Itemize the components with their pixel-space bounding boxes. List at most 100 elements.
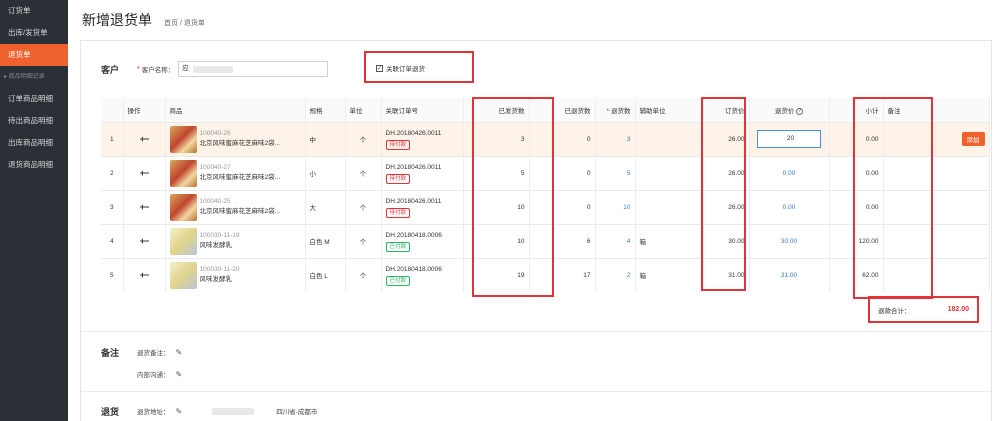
add-remove-icon[interactable]: +− xyxy=(140,134,149,144)
main-content: 新增退货单 首页 / 退货单 客户 * 客户名称： 应 ✓ 关联订单退货 操作 … xyxy=(68,0,1000,421)
return-qty-value[interactable]: 5 xyxy=(627,170,631,177)
row-ops: +− xyxy=(123,257,166,292)
row-index: 3 xyxy=(101,189,124,224)
return-qty-value[interactable]: 2 xyxy=(627,272,631,279)
link-order-toggle[interactable]: ✓ 关联订单退货 xyxy=(376,63,425,73)
return-qty-cell: 4 xyxy=(595,223,636,258)
product-cell: 100040-27 北京风味蜜麻花芝麻味2袋... xyxy=(165,155,306,190)
return-qty-value[interactable]: 4 xyxy=(627,238,631,245)
sidebar-item-return-details[interactable]: 退货商品明细 xyxy=(0,154,68,176)
order-no-cell: DH.20180418.0006 已付款 xyxy=(381,257,464,292)
sidebar: 订货单 出库/发货单 退货单 商品明细记录 订单商品明细 待出商品明细 出库商品… xyxy=(0,0,68,421)
spec-cell: 中 xyxy=(305,121,346,156)
sidebar-group-label[interactable]: 商品明细记录 xyxy=(0,66,68,88)
order-no-cell: DH.20180418.0006 已付款 xyxy=(381,223,464,258)
unit-cell: 个 xyxy=(345,155,382,190)
spec-cell: 白色 M xyxy=(305,223,346,258)
header-return-price: 退货价 ? xyxy=(749,98,830,122)
order-no[interactable]: DH.20180426.0011 xyxy=(386,130,442,137)
help-icon[interactable]: ? xyxy=(796,107,804,115)
order-no[interactable]: DH.20180418.0006 xyxy=(386,232,442,239)
return-price-cell: 30.00 xyxy=(749,223,830,258)
product-name[interactable]: 北京风味蜜麻花芝麻味2袋... xyxy=(200,174,281,181)
return-price-cell: 0.00 xyxy=(749,155,830,190)
edit-icon[interactable]: ✎ xyxy=(176,370,183,379)
aux-unit-cell xyxy=(635,121,704,156)
sidebar-item-pending-details[interactable]: 待出商品明细 xyxy=(0,110,68,132)
header-aux-unit: 辅助单位 xyxy=(635,98,704,122)
product-sku: 100030-11-20 xyxy=(199,266,240,274)
order-no-cell: DH.20180426.0011 待付款 xyxy=(381,189,464,224)
return-qty-value[interactable]: 10 xyxy=(623,204,630,211)
row-ops: +− xyxy=(123,155,166,190)
product-thumbnail xyxy=(169,193,197,221)
product-sku: 100040-27 xyxy=(199,164,231,171)
internal-note-label: 内部沟通： xyxy=(137,372,170,379)
sidebar-item-order-details[interactable]: 订单商品明细 xyxy=(0,88,68,110)
breadcrumb[interactable]: 首页 / 退货单 xyxy=(164,18,205,28)
order-no-cell: DH.20180426.0011 待付款 xyxy=(381,155,464,190)
edit-icon[interactable]: ✎ xyxy=(176,407,183,416)
customer-name-input[interactable]: 应 xyxy=(178,61,329,77)
product-thumbnail xyxy=(169,159,197,187)
add-button[interactable]: 添加 xyxy=(961,132,985,146)
return-qty-required: * xyxy=(606,107,609,115)
row-index: 2 xyxy=(101,155,124,190)
form-panel: 客户 * 客户名称： 应 ✓ 关联订单退货 操作 商品 规格 单位 关联订单号 … xyxy=(80,40,992,421)
spec-cell: 大 xyxy=(305,189,346,224)
order-no[interactable]: DH.20180426.0011 xyxy=(386,198,442,205)
product-cell: 100030-11-19 风味发酵乳 xyxy=(165,223,306,258)
unit-cell: 个 xyxy=(345,121,382,156)
header-return-qty: * 退货数 xyxy=(595,98,636,122)
product-name[interactable]: 北京风味蜜麻花芝麻味2袋... xyxy=(200,140,281,147)
sidebar-item-returns[interactable]: 退货单 xyxy=(0,44,68,66)
link-order-checkbox[interactable]: ✓ xyxy=(376,64,383,72)
product-name[interactable]: 北京风味蜜麻花芝麻味2袋... xyxy=(200,208,281,215)
sidebar-item-outbound-details[interactable]: 出库商品明细 xyxy=(0,132,68,154)
refund-total-box: 退款合计： 182.00 xyxy=(868,296,979,323)
customer-name-label: 客户名称： xyxy=(141,67,175,74)
add-remove-icon[interactable]: +− xyxy=(140,202,149,212)
row-index: 1 xyxy=(101,121,124,156)
aux-unit-cell xyxy=(635,189,704,224)
status-badge: 待付款 xyxy=(385,139,411,150)
row-ops: +− xyxy=(123,121,166,156)
add-remove-icon[interactable]: +− xyxy=(140,168,149,178)
order-no[interactable]: DH.20180418.0006 xyxy=(386,266,442,273)
highlight-return-qty-column xyxy=(701,97,746,291)
add-remove-icon[interactable]: +− xyxy=(140,270,149,280)
return-price-value[interactable]: 0.00 xyxy=(783,170,796,177)
status-badge: 待付款 xyxy=(385,173,411,184)
return-price-cell: 31.00 xyxy=(749,257,830,292)
header-spec: 规格 xyxy=(305,98,346,122)
return-price-value[interactable]: 30.00 xyxy=(781,238,797,245)
return-qty-value[interactable]: 3 xyxy=(627,136,631,143)
product-thumbnail xyxy=(169,125,197,153)
spec-cell: 白色 L xyxy=(305,257,346,292)
sidebar-item-shipments[interactable]: 出库/发货单 xyxy=(0,22,68,44)
sidebar-item-orders[interactable]: 订货单 xyxy=(0,0,68,22)
product-name[interactable]: 风味发酵乳 xyxy=(200,276,233,283)
aux-unit-cell: 箱 xyxy=(635,223,704,258)
page-title: 新增退货单 xyxy=(82,12,152,28)
divider xyxy=(81,331,991,332)
return-qty-cell: 2 xyxy=(595,257,636,292)
row-index: 5 xyxy=(101,257,124,292)
header-unit: 单位 xyxy=(345,98,382,122)
remarks-section-label: 备注 xyxy=(101,348,120,358)
redacted-text xyxy=(212,407,255,415)
spec-cell: 小 xyxy=(305,155,346,190)
return-address-label: 退货地址： xyxy=(137,409,170,416)
product-name[interactable]: 风味发酵乳 xyxy=(200,242,233,249)
unit-cell: 个 xyxy=(345,257,382,292)
edit-icon[interactable]: ✎ xyxy=(176,348,183,357)
add-remove-icon[interactable]: +− xyxy=(140,236,149,246)
row-ops: +− xyxy=(123,223,166,258)
return-price-value[interactable]: 31.00 xyxy=(781,272,797,279)
aux-unit-cell: 箱 xyxy=(635,257,704,292)
order-no[interactable]: DH.20180426.0011 xyxy=(386,164,442,171)
header-order-no: 关联订单号 xyxy=(381,98,464,122)
return-price-value[interactable]: 0.00 xyxy=(783,204,796,211)
status-badge: 已付款 xyxy=(385,241,411,252)
return-price-input[interactable]: 20 xyxy=(757,130,821,148)
